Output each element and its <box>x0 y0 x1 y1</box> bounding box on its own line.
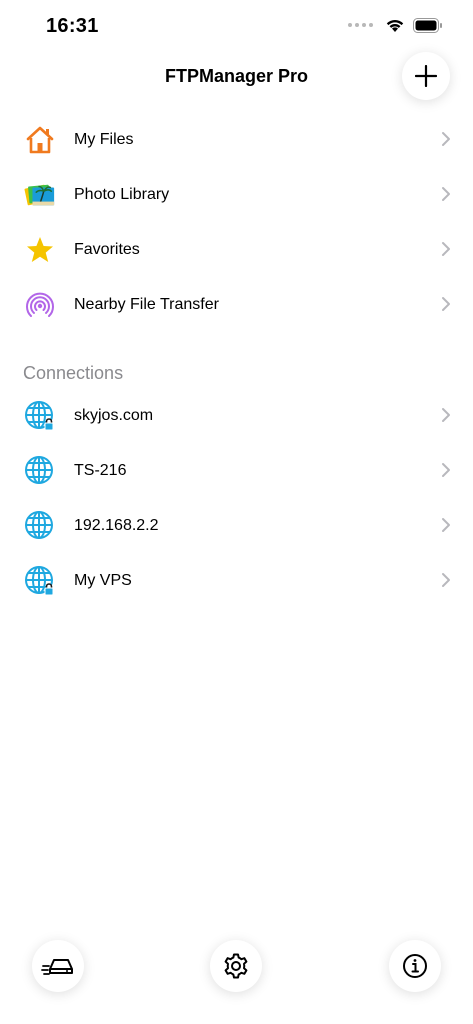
drive-icon <box>41 959 73 975</box>
info-icon <box>403 954 427 978</box>
status-icons <box>348 17 443 33</box>
list-item-label: My Files <box>74 130 134 148</box>
status-time: 16:31 <box>46 15 99 37</box>
connection-item-192-168-2-2[interactable]: 192.168.2.2 <box>0 498 473 553</box>
connection-item-my-vps[interactable]: My VPS <box>0 553 473 608</box>
connection-item-ts-216[interactable]: TS-216 <box>0 443 473 498</box>
list-item-label: Nearby File Transfer <box>74 295 219 313</box>
chevron-right-icon <box>442 242 450 256</box>
airdrop-icon <box>24 289 56 321</box>
home-icon <box>24 124 56 156</box>
wifi-icon <box>386 20 404 32</box>
list-item-favorites[interactable]: Favorites <box>0 222 473 277</box>
star-icon <box>24 234 56 266</box>
gear-icon <box>224 953 248 979</box>
list-item-label: skyjos.com <box>74 406 154 424</box>
plus-icon <box>415 65 437 87</box>
globe-icon <box>24 510 56 542</box>
chevron-right-icon <box>442 187 450 201</box>
globe-icon <box>24 455 56 487</box>
list-item-nearby-file-transfer[interactable]: Nearby File Transfer <box>0 277 473 332</box>
drive-button[interactable] <box>32 940 84 992</box>
list-item-photo-library[interactable]: Photo Library <box>0 167 473 222</box>
cellular-signal-icon <box>348 23 373 27</box>
chevron-right-icon <box>442 573 450 587</box>
chevron-right-icon <box>442 297 450 311</box>
globe-lock-icon <box>24 400 56 432</box>
list-item-my-files[interactable]: My Files <box>0 112 473 167</box>
chevron-right-icon <box>442 408 450 422</box>
places-list: My Files Photo Library Favorites Nearby … <box>0 112 473 332</box>
chevron-right-icon <box>442 132 450 146</box>
battery-icon <box>413 17 442 33</box>
list-item-label: Favorites <box>74 240 140 258</box>
section-header-connections: Connections <box>23 363 124 383</box>
connections-list: skyjos.com TS-216 192.168.2.2 My VPS <box>0 388 473 608</box>
settings-button[interactable] <box>210 940 262 992</box>
photos-icon <box>24 179 56 211</box>
list-item-label: 192.168.2.2 <box>74 516 159 534</box>
list-item-label: TS-216 <box>74 461 127 479</box>
chevron-right-icon <box>442 463 450 477</box>
add-connection-button[interactable] <box>402 52 450 100</box>
globe-lock-icon <box>24 565 56 597</box>
list-item-label: Photo Library <box>74 185 170 203</box>
info-button[interactable] <box>389 940 441 992</box>
status-bar: 16:31 <box>0 0 473 54</box>
list-item-label: My VPS <box>74 571 132 589</box>
connection-item-skyjos[interactable]: skyjos.com <box>0 388 473 443</box>
chevron-right-icon <box>442 518 450 532</box>
